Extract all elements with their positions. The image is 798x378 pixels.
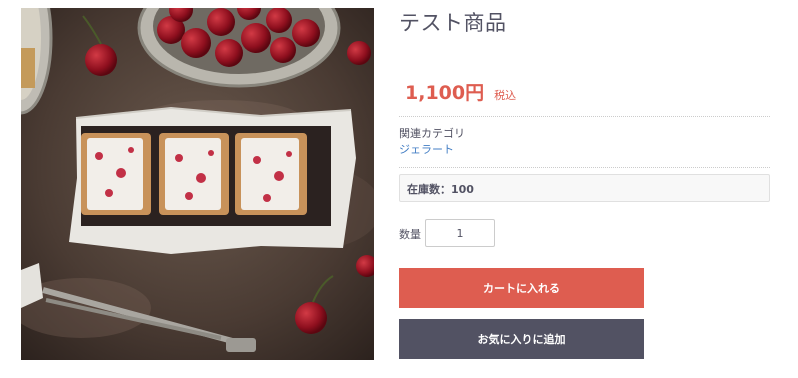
divider [399, 167, 770, 168]
tax-included-label: 税込 [494, 89, 517, 102]
related-category-heading: 関連カテゴリ [399, 127, 465, 140]
quantity-input[interactable] [425, 219, 495, 247]
category-link-gelato[interactable]: ジェラート [399, 141, 454, 157]
product-detail-page: テスト商品 1,100円税込 関連カテゴリ ジェラート 在庫数：100 数量 カ… [0, 0, 798, 378]
product-photo-illustration [21, 8, 374, 360]
product-price: 1,100円 [405, 82, 485, 104]
price-row: 1,100円 税込 [405, 78, 516, 105]
product-title: テスト商品 [399, 11, 507, 35]
stock-count-text: 在庫数：100 [407, 183, 474, 196]
stock-count-box: 在庫数：100 [399, 174, 770, 202]
quantity-label: 数量 [399, 228, 421, 241]
add-to-cart-button[interactable]: カートに入れる [399, 268, 644, 308]
product-image[interactable] [21, 8, 374, 360]
divider [399, 116, 770, 117]
add-to-favorites-button[interactable]: お気に入りに追加 [399, 319, 644, 359]
